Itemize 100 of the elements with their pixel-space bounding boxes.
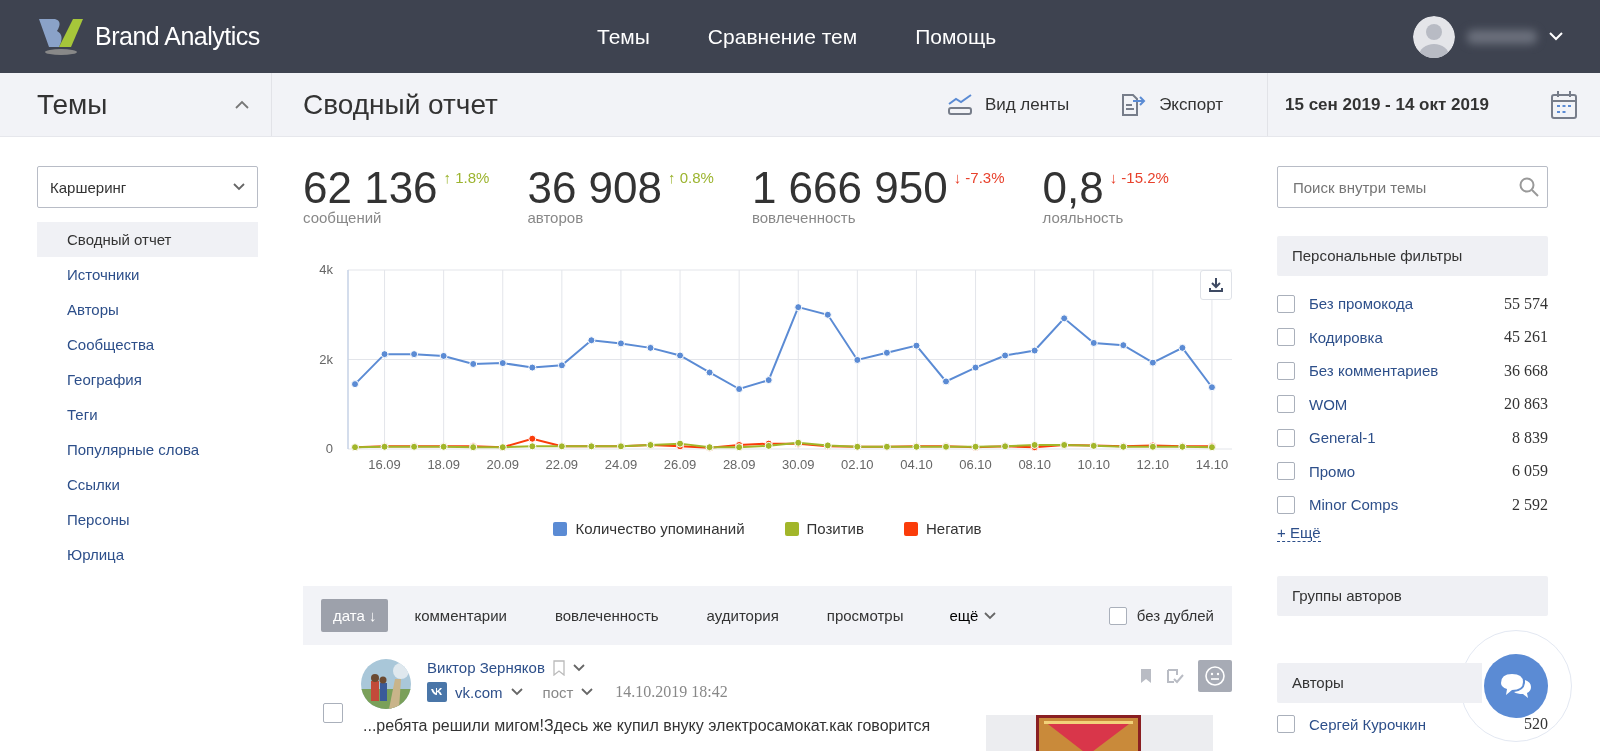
more-dropdown[interactable]: ещё (949, 607, 1089, 624)
caret-icon (984, 611, 997, 620)
checkbox[interactable] (323, 703, 343, 723)
checkbox[interactable] (1108, 606, 1127, 625)
download-button[interactable] (1200, 270, 1232, 300)
date-range[interactable]: 15 сен 2019 - 14 окт 2019 (1285, 94, 1489, 115)
post-type[interactable]: пост (542, 683, 574, 701)
bookmark-icon[interactable] (1140, 668, 1152, 684)
point (1030, 346, 1039, 355)
checkbox[interactable] (1277, 361, 1295, 380)
filter-label[interactable]: Промо (1309, 462, 1512, 480)
point (676, 351, 685, 360)
point (1178, 343, 1187, 352)
filter-label[interactable]: General-1 (1309, 429, 1512, 447)
panel-title[interactable]: Авторы (1277, 662, 1482, 703)
checkbox[interactable] (1277, 395, 1295, 414)
nav-link[interactable]: Помощь (915, 24, 997, 49)
checked-document-icon[interactable] (1166, 668, 1184, 684)
bookmark-icon[interactable] (552, 659, 565, 676)
point (735, 385, 744, 394)
sidebar-item[interactable]: Источники (37, 257, 258, 292)
y-tick-label: 0 (325, 441, 333, 456)
checkbox[interactable] (1277, 328, 1295, 347)
point (587, 336, 596, 345)
logo-text: Brand Analytics (95, 22, 260, 51)
filter-count: 2 592 (1512, 495, 1548, 514)
x-tick-label: 04.10 (900, 457, 933, 472)
sort-option[interactable]: аудитория (704, 599, 781, 632)
caret-icon[interactable] (1549, 32, 1563, 41)
kpi-change: ↓ -7.3% (953, 169, 1005, 186)
vk-icon (427, 682, 447, 702)
sidebar-item[interactable]: География (37, 362, 258, 397)
caret-icon (581, 688, 594, 696)
sort-option[interactable]: вовлеченность (552, 599, 661, 632)
search-field[interactable]: Поиск внутри темы (1277, 166, 1548, 208)
kpi-change: ↑ 0.8% (668, 169, 714, 186)
calendar-icon[interactable] (1550, 89, 1578, 120)
neutral-face-icon[interactable] (1204, 665, 1226, 687)
point (351, 380, 359, 389)
x-tick-label: 18.09 (427, 457, 460, 472)
point (528, 442, 537, 451)
sidebar-item[interactable]: Сводный отчет (37, 222, 258, 257)
caret-icon (510, 688, 523, 696)
sidebar-item[interactable]: Ссылки (37, 467, 258, 502)
filter-label[interactable]: WOM (1309, 395, 1504, 413)
sidebar-item[interactable]: Сообщества (37, 327, 258, 362)
nav-link[interactable]: Сравнение тем (707, 24, 858, 49)
point (439, 351, 448, 360)
point (1001, 351, 1010, 360)
sidebar-item[interactable]: Теги (37, 397, 258, 432)
kpi-label: сообщений (303, 209, 383, 226)
point (764, 376, 773, 385)
search-icon[interactable] (1519, 177, 1539, 197)
checkbox[interactable] (1277, 495, 1295, 514)
filter-count: 55 574 (1504, 294, 1548, 313)
download-icon[interactable] (1208, 277, 1224, 293)
sidebar-item[interactable]: Юрлица (37, 537, 258, 572)
filter-label[interactable]: Без комментариев (1309, 362, 1504, 380)
sidebar-item[interactable]: Авторы (37, 292, 258, 327)
filter-label[interactable]: Кодировка (1309, 328, 1504, 346)
kpi-value: 0,8 (1042, 165, 1104, 211)
x-tick-label: 02.10 (841, 457, 874, 472)
point (705, 368, 714, 377)
export-button[interactable]: Экспорт (1113, 89, 1229, 120)
speech-bubbles-icon[interactable] (1498, 671, 1534, 701)
nav-link[interactable]: Темы (597, 24, 650, 49)
point (410, 350, 419, 359)
source-link[interactable]: vk.com (455, 683, 503, 701)
sidebar-item[interactable]: Персоны (37, 502, 258, 537)
author-label[interactable]: Сергей Курочкин (1309, 715, 1524, 733)
avatar-icon[interactable] (1413, 15, 1455, 58)
author-link[interactable]: Виктор Зерняков (427, 659, 545, 676)
filter-label[interactable]: Без промокода (1309, 295, 1504, 313)
point (498, 359, 507, 368)
filter-count: 36 668 (1504, 361, 1548, 380)
topic-dropdown[interactable]: Каршеринг (37, 166, 258, 208)
kpi-label: авторов (527, 209, 585, 226)
sidebar-item[interactable]: Популярные слова (37, 432, 258, 467)
point (557, 361, 566, 370)
panel-title[interactable]: Персональные фильтры (1277, 236, 1548, 276)
sort-option[interactable]: комментарии (412, 599, 509, 632)
sort-option[interactable]: просмотры (824, 599, 906, 632)
filter-label[interactable]: Minor Comps (1309, 496, 1512, 514)
checkbox[interactable] (1277, 428, 1295, 447)
checkbox[interactable] (1277, 462, 1295, 481)
kpi-label: лояльность (1042, 209, 1125, 226)
point (912, 341, 921, 350)
caret-icon (233, 183, 245, 191)
more-link[interactable]: + Ещё (1277, 523, 1321, 542)
blurred-username (1467, 29, 1537, 44)
collapse-icon[interactable] (235, 100, 249, 109)
x-tick-label: 22.09 (545, 457, 579, 472)
checkbox[interactable] (1277, 715, 1295, 734)
x-tick-label: 10.10 (1077, 457, 1110, 472)
y-tick-label: 2k (319, 351, 333, 367)
checkbox[interactable] (1277, 294, 1295, 313)
point (882, 348, 891, 357)
feed-button[interactable]: Вид ленты (940, 92, 1076, 117)
panel-title[interactable]: Группы авторов (1277, 575, 1548, 616)
sentiment-button[interactable] (1198, 660, 1232, 692)
